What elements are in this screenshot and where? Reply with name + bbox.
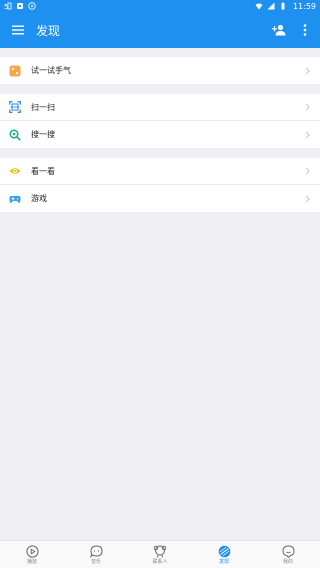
chevron-right-icon bbox=[302, 130, 312, 139]
bottom-nav: 播放 音乐 联系人 发现 我的 bbox=[0, 540, 320, 568]
chevron-right-icon bbox=[302, 194, 312, 203]
status-time: 11:59 bbox=[292, 1, 316, 11]
chevron-right-icon bbox=[302, 167, 312, 175]
tab-label: 发现 bbox=[218, 559, 229, 565]
contacts-icon bbox=[153, 544, 167, 558]
search-icon bbox=[8, 128, 22, 142]
eye-icon bbox=[8, 164, 22, 178]
list-item-label: 游戏 bbox=[31, 194, 47, 203]
discover-icon bbox=[217, 544, 231, 558]
tab-profile[interactable]: 我的 bbox=[256, 541, 320, 568]
qq-notification-icon: 5 bbox=[4, 2, 12, 10]
discover-content: 试一试手气 扫一扫 搜一搜 看一看 游戏 bbox=[0, 48, 320, 540]
tab-label: 播放 bbox=[26, 559, 37, 565]
signal-icon bbox=[267, 2, 275, 10]
tab-music[interactable]: 音乐 bbox=[64, 541, 128, 568]
image-notification-icon bbox=[16, 2, 24, 10]
list-item-games[interactable]: 游戏 bbox=[0, 185, 320, 212]
tab-label: 联系人 bbox=[152, 559, 168, 565]
wifi-icon bbox=[255, 2, 263, 10]
group-tools: 扫一扫 搜一搜 bbox=[0, 94, 320, 148]
add-contact-icon[interactable] bbox=[266, 12, 292, 48]
list-item-scan[interactable]: 扫一扫 bbox=[0, 94, 320, 121]
chat-bubble-icon bbox=[89, 544, 103, 558]
battery-icon bbox=[279, 2, 287, 10]
page-title: 发现 bbox=[36, 23, 61, 38]
group-media: 看一看 游戏 bbox=[0, 158, 320, 212]
list-item-lucky[interactable]: 试一试手气 bbox=[0, 57, 320, 84]
chevron-right-icon bbox=[302, 103, 312, 111]
tab-label: 我的 bbox=[282, 559, 293, 565]
list-item-label: 搜一搜 bbox=[31, 130, 55, 139]
tab-label: 音乐 bbox=[90, 559, 101, 565]
gamepad-icon bbox=[8, 192, 22, 206]
list-item-label: 试一试手气 bbox=[31, 66, 71, 75]
list-item-label: 扫一扫 bbox=[31, 102, 55, 112]
play-circle-icon bbox=[25, 544, 39, 558]
status-right: 11:59 bbox=[255, 2, 316, 11]
profile-icon bbox=[281, 544, 295, 558]
group-lucky: 试一试手气 bbox=[0, 57, 320, 84]
more-vertical-icon[interactable] bbox=[292, 12, 318, 48]
scan-icon bbox=[8, 100, 22, 114]
status-left: 5 bbox=[4, 2, 36, 10]
list-item-look[interactable]: 看一看 bbox=[0, 158, 320, 185]
play-notification-icon bbox=[28, 2, 36, 10]
tab-play[interactable]: 播放 bbox=[0, 541, 64, 568]
list-item-label: 看一看 bbox=[31, 166, 55, 176]
tab-discover[interactable]: 发现 bbox=[192, 541, 256, 568]
list-item-search[interactable]: 搜一搜 bbox=[0, 121, 320, 148]
chevron-right-icon bbox=[302, 66, 312, 75]
dice-icon bbox=[8, 64, 22, 78]
app-bar: 发现 bbox=[0, 12, 320, 48]
status-bar: 5 11:59 bbox=[0, 0, 320, 12]
menu-icon[interactable] bbox=[4, 12, 32, 48]
tab-contacts[interactable]: 联系人 bbox=[128, 541, 192, 568]
